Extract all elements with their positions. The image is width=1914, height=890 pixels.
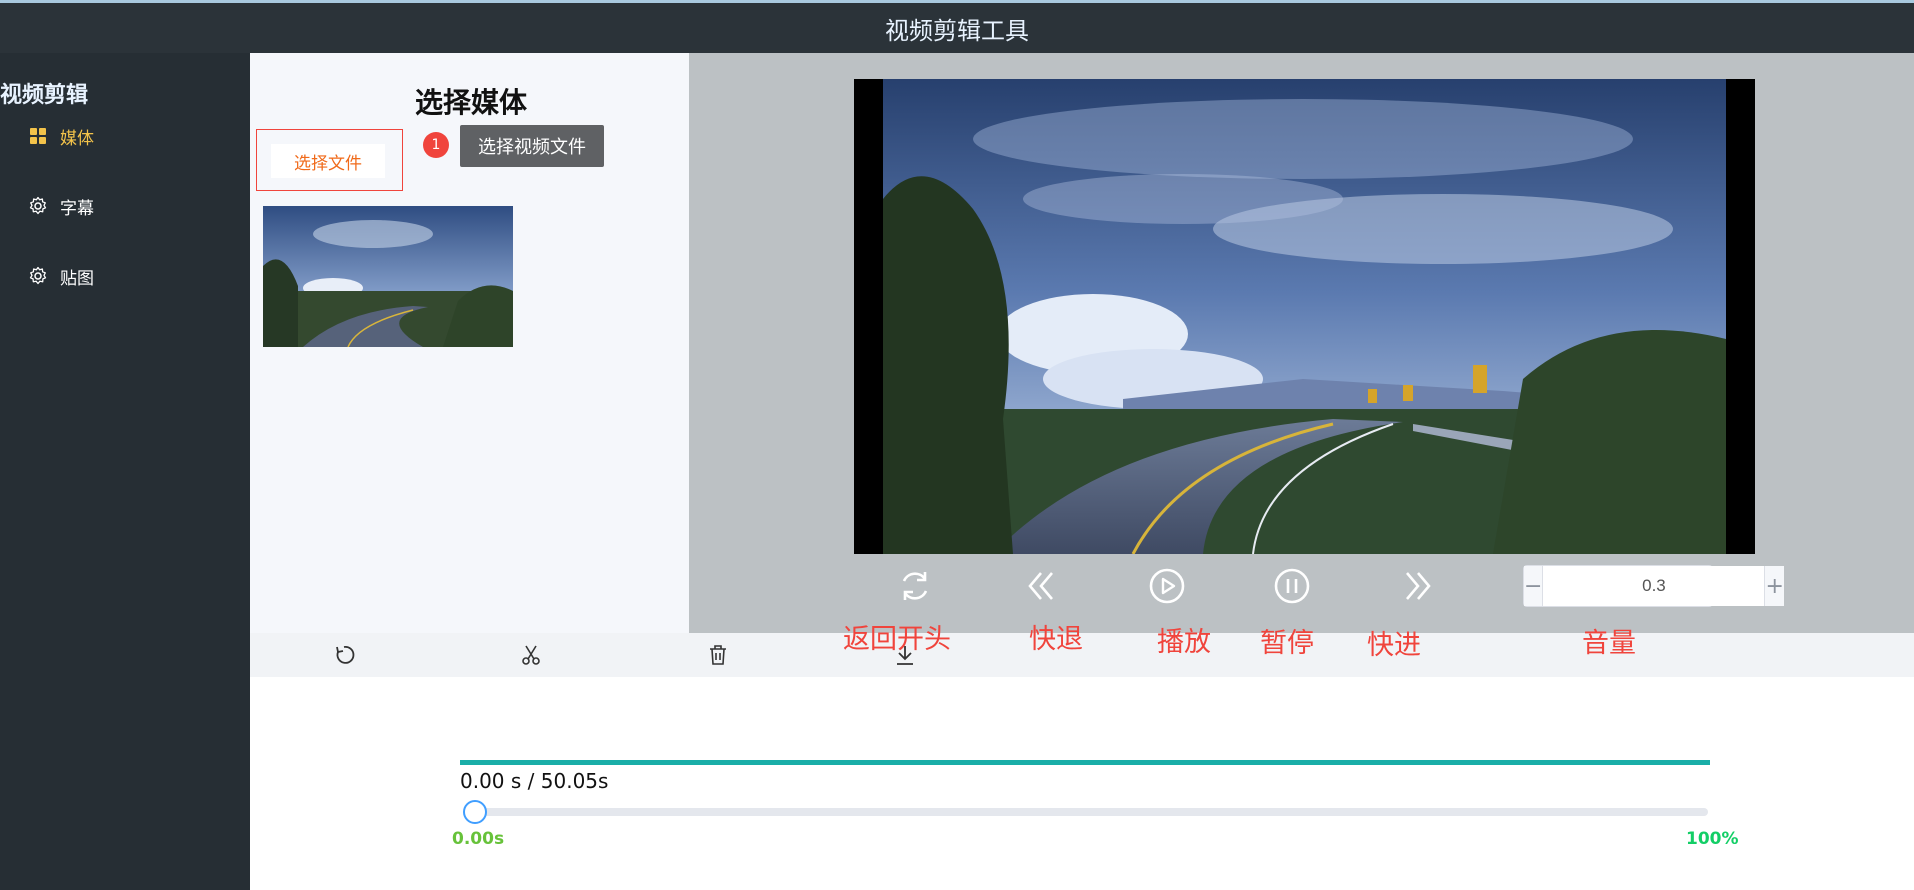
sidebar-brand: 视频剪辑 — [0, 83, 89, 108]
sidebar-item-stickers[interactable]: 贴图 — [28, 258, 94, 294]
rewind-icon[interactable] — [1020, 565, 1062, 607]
progress-handle[interactable] — [463, 800, 487, 824]
time-readout: 0.00 s / 50.05s — [460, 769, 609, 793]
scissors-icon[interactable] — [519, 643, 543, 667]
media-panel: 选择媒体 选择文件 1 选择视频文件 — [250, 53, 689, 633]
timeline-track — [460, 760, 1710, 765]
progress-slider[interactable] — [472, 808, 1708, 816]
timeline: 0.00 s / 50.05s 0.00s 100% — [250, 677, 1914, 890]
media-title: 选择媒体 — [415, 86, 528, 119]
sidebar-item-subtitles[interactable]: 字幕 — [28, 188, 94, 224]
app-title: 视频剪辑工具 — [885, 16, 1029, 45]
app-header: 视频剪辑工具 — [0, 3, 1914, 53]
annotation-rewind: 快退 — [1029, 624, 1083, 655]
fast-forward-icon[interactable] — [1397, 565, 1439, 607]
annotation-play: 播放 — [1157, 627, 1211, 658]
annotation-restart: 返回开头 — [843, 624, 951, 655]
volume-decrease-button[interactable]: − — [1524, 566, 1544, 606]
sidebar-item-label: 媒体 — [60, 128, 94, 149]
volume-increase-button[interactable]: + — [1764, 566, 1784, 606]
video-thumbnail[interactable] — [263, 206, 513, 347]
select-file-button[interactable]: 选择文件 — [271, 144, 385, 178]
preview-area: − + — [689, 53, 1914, 633]
volume-stepper[interactable]: − + — [1523, 565, 1784, 607]
sidebar-item-media[interactable]: 媒体 — [28, 118, 94, 154]
annotation-pause: 暂停 — [1260, 628, 1314, 659]
restart-icon[interactable] — [894, 565, 936, 607]
annotation-forward: 快进 — [1367, 630, 1421, 661]
pause-icon[interactable] — [1271, 565, 1313, 607]
video-player[interactable] — [854, 79, 1755, 554]
sidebar-item-label: 字幕 — [60, 198, 94, 219]
volume-input[interactable] — [1543, 566, 1765, 606]
gear-icon — [29, 266, 47, 285]
progress-end-label: 100% — [1686, 829, 1739, 849]
sidebar: 视频剪辑 媒体 字幕 贴图 — [0, 53, 250, 890]
gear-icon — [29, 196, 47, 215]
progress-start-label: 0.00s — [452, 829, 505, 849]
select-video-tooltip: 选择视频文件 — [460, 125, 604, 167]
select-file-highlight: 选择文件 — [256, 129, 403, 191]
video-frame — [883, 79, 1726, 554]
annotation-volume: 音量 — [1582, 628, 1636, 659]
trash-icon[interactable] — [706, 643, 730, 667]
play-icon[interactable] — [1146, 565, 1188, 607]
undo-icon[interactable] — [332, 643, 356, 667]
step-badge: 1 — [423, 132, 449, 158]
grid-icon — [30, 128, 46, 144]
sidebar-item-label: 贴图 — [60, 268, 94, 289]
